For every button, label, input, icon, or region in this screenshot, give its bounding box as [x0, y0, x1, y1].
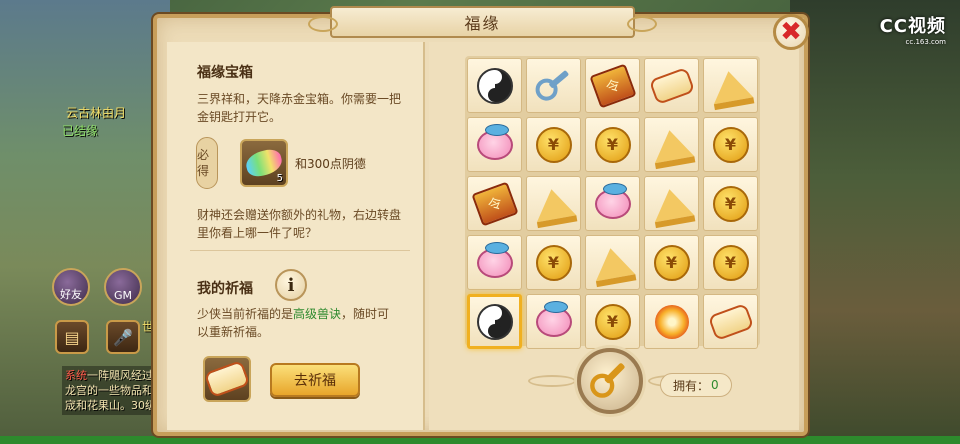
pray-button[interactable]: 去祈福 — [270, 363, 360, 397]
bottom-status-strip — [0, 436, 960, 444]
coin-icon: ¥ — [712, 126, 749, 163]
scroll-icon — [648, 66, 695, 105]
reward-cell[interactable] — [526, 294, 581, 349]
reward-cell[interactable] — [644, 58, 699, 113]
microphone-icon: 🎤 — [113, 327, 133, 347]
reward-cell[interactable]: ¥ — [703, 176, 758, 231]
info-icon: i — [287, 274, 295, 296]
coin-icon: ¥ — [535, 244, 572, 281]
chat-bubble-button[interactable]: ▤ — [55, 320, 89, 354]
reward-cell[interactable] — [526, 176, 581, 231]
must-get-badge: 必得 — [196, 137, 218, 189]
gm-label: GM — [113, 289, 132, 302]
cheese-icon — [708, 67, 753, 104]
watermark-logo: CC视频 cc.163.com — [879, 16, 946, 46]
reward-cell[interactable] — [585, 235, 640, 290]
reward-cell[interactable] — [467, 235, 522, 290]
wish-title: 我的祈福 — [197, 281, 253, 297]
reward-cell[interactable] — [703, 58, 758, 113]
cheese-icon — [649, 126, 694, 163]
scroll-icon — [707, 302, 754, 341]
lucky-pig-icon — [476, 241, 513, 278]
reward-cell[interactable]: ¥ — [644, 235, 699, 290]
close-button[interactable]: ✖ — [773, 14, 809, 50]
npc-name: 云古林由月 — [66, 106, 127, 120]
seal-icon — [470, 181, 519, 226]
friends-label: 好友 — [60, 288, 82, 301]
seal-icon — [588, 63, 637, 108]
key-icon — [534, 68, 572, 103]
reward-cell[interactable] — [703, 294, 758, 349]
extra-gift-text: 财神还会赠送你额外的礼物，右边转盘里你看上哪一件了呢？ — [197, 208, 402, 240]
yinyang-icon — [476, 303, 513, 340]
reward-cell[interactable]: ¥ — [703, 235, 758, 290]
reward-cell[interactable] — [644, 176, 699, 231]
golden-key-icon — [590, 361, 630, 401]
cheese-icon — [590, 244, 635, 281]
lucky-pig-icon — [535, 300, 572, 337]
info-button[interactable]: i — [275, 269, 307, 301]
cheese-icon — [531, 185, 576, 222]
reward-grid: ¥ ¥ ¥ ¥ ¥ ¥ ¥ ¥ — [465, 56, 760, 349]
owned-count: 拥有： 0 — [660, 373, 732, 397]
npc-subtitle: 已结缘 — [62, 124, 99, 138]
fireball-icon — [654, 304, 689, 339]
reward-cell[interactable] — [644, 294, 699, 349]
reward-cell[interactable]: ¥ — [585, 294, 640, 349]
gm-button[interactable]: GM — [104, 268, 142, 306]
reward-cell[interactable] — [585, 176, 640, 231]
background-right-scene — [790, 0, 960, 444]
must-get-item[interactable]: 5 — [240, 139, 288, 187]
coin-icon: ¥ — [712, 185, 749, 222]
wish-description: 少侠当前祈福的是高级兽诀，随时可以重新祈福。 — [197, 307, 390, 339]
friends-button[interactable]: 好友 — [52, 268, 90, 306]
coin-icon: ¥ — [594, 303, 631, 340]
lucky-pig-icon — [476, 123, 513, 160]
coin-icon: ¥ — [594, 126, 631, 163]
reward-cell[interactable]: ¥ — [526, 117, 581, 172]
reward-cell[interactable] — [467, 58, 522, 113]
reward-cell[interactable] — [585, 58, 640, 113]
item-count: 5 — [276, 173, 283, 184]
close-icon: ✖ — [780, 17, 802, 47]
coin-icon: ¥ — [535, 126, 572, 163]
yinyang-icon — [476, 67, 513, 104]
chest-description: 三界祥和，天降赤金宝箱。你需要一把金钥匙打开它。 — [197, 92, 402, 124]
wish-target: 高级兽诀 — [293, 307, 342, 321]
reward-cell[interactable]: ¥ — [585, 117, 640, 172]
cheese-icon — [649, 185, 694, 222]
ornament-left — [528, 375, 576, 387]
reward-cell[interactable]: ¥ — [703, 117, 758, 172]
coin-icon: ¥ — [653, 244, 690, 281]
voice-button[interactable]: 🎤 — [106, 320, 140, 354]
reward-cell[interactable] — [467, 117, 522, 172]
reward-cell[interactable] — [526, 58, 581, 113]
window-title: 福缘 — [308, 6, 657, 38]
chest-title: 福缘宝箱 — [197, 65, 253, 81]
section-divider — [190, 250, 410, 251]
reward-cell[interactable]: ¥ — [526, 235, 581, 290]
lucky-pig-icon — [594, 182, 631, 219]
scroll-icon — [203, 359, 251, 399]
reward-cell[interactable] — [467, 294, 522, 349]
reward-cell[interactable] — [467, 176, 522, 231]
chat-bubble-icon: ▤ — [64, 327, 80, 347]
coin-icon: ¥ — [712, 244, 749, 281]
wish-item[interactable] — [203, 356, 251, 402]
owned-value: 0 — [711, 378, 719, 392]
must-get-text: 和300点阴德 — [295, 157, 366, 171]
reward-cell[interactable] — [644, 117, 699, 172]
open-chest-key-button[interactable] — [577, 348, 643, 414]
